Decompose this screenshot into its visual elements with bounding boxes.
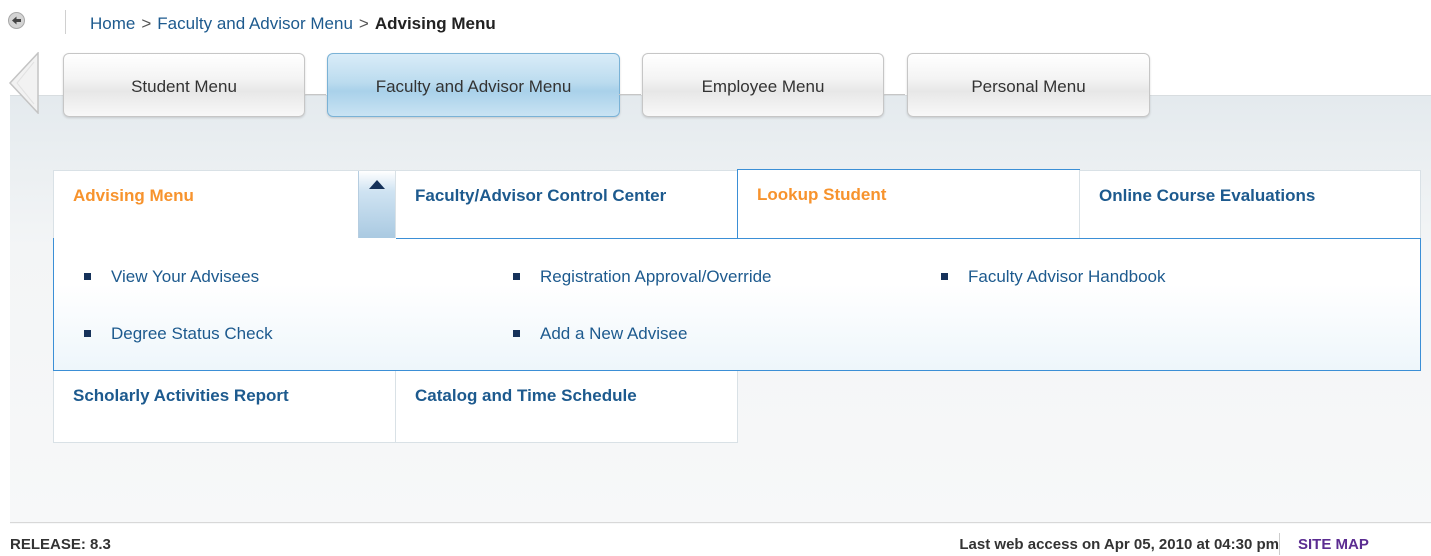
advising-submenu <box>53 238 1421 371</box>
menu-card-label: Advising Menu <box>73 186 194 205</box>
menu-card-label: Online Course Evaluations <box>1099 186 1316 205</box>
tab-personal-menu[interactable]: Personal Menu <box>907 53 1150 117</box>
link-faculty-advisor-handbook[interactable]: Faculty Advisor Handbook <box>941 267 1166 287</box>
breadcrumb-home[interactable]: Home <box>90 14 135 33</box>
footer-separator <box>1279 533 1280 555</box>
collapse-triangle <box>369 180 385 189</box>
back-arrow-icon[interactable] <box>8 12 25 29</box>
bullet-square-icon <box>84 330 91 337</box>
menu-card-label: Lookup Student <box>757 185 887 204</box>
breadcrumb-separator: > <box>141 14 152 33</box>
breadcrumb-current: Advising Menu <box>374 14 496 33</box>
menu-card-advising[interactable]: Advising Menu <box>53 170 396 240</box>
bullet-square-icon <box>513 273 520 280</box>
tab-faculty-advisor-menu[interactable]: Faculty and Advisor Menu <box>327 53 641 117</box>
tab-connector <box>619 94 641 95</box>
bullet-square-icon <box>84 273 91 280</box>
link-label: Add a New Advisee <box>540 324 688 343</box>
breadcrumb-parent[interactable]: Faculty and Advisor Menu <box>157 14 353 33</box>
breadcrumb: Home > Faculty and Advisor Menu > Advising M… <box>90 14 496 34</box>
link-degree-status-check[interactable]: Degree Status Check <box>84 324 273 344</box>
menu-card-course-evaluations[interactable]: Online Course Evaluations <box>1079 170 1421 239</box>
breadcrumb-divider <box>65 10 66 34</box>
link-view-advisees[interactable]: View Your Advisees <box>84 267 260 287</box>
menu-card-control-center[interactable]: Faculty/Advisor Control Center <box>395 170 738 239</box>
tab-label: Faculty and Advisor Menu <box>375 77 572 96</box>
tab-label: Employee Menu <box>701 77 825 96</box>
scroll-left-icon[interactable] <box>8 51 40 115</box>
site-map-link[interactable]: SITE MAP <box>1298 536 1369 553</box>
menu-card-label: Scholarly Activities Report <box>73 386 289 405</box>
breadcrumb-separator: > <box>358 14 369 33</box>
menu-card-catalog-time-schedule[interactable]: Catalog and Time Schedule <box>395 371 738 443</box>
breadcrumb-bar: Home > Faculty and Advisor Menu > Advising M… <box>8 10 1408 40</box>
menu-card-label: Faculty/Advisor Control Center <box>415 186 667 205</box>
link-label: Degree Status Check <box>111 324 273 343</box>
menu-card-scholarly-activities[interactable]: Scholarly Activities Report <box>53 371 396 443</box>
last-web-access: Last web access on Apr 05, 2010 at 04:30… <box>959 536 1279 553</box>
bullet-square-icon <box>941 273 948 280</box>
tab-connector <box>883 94 905 95</box>
tab-connector <box>304 94 326 95</box>
link-registration-approval[interactable]: Registration Approval/Override <box>513 267 772 287</box>
collapse-up-icon[interactable] <box>358 171 396 239</box>
release-version: RELEASE: 8.3 <box>10 536 111 553</box>
menu-card-lookup-student[interactable]: Lookup Student <box>737 169 1080 240</box>
submenu-top-border <box>396 238 1421 239</box>
bullet-square-icon <box>513 330 520 337</box>
tab-employee-menu[interactable]: Employee Menu <box>642 53 905 117</box>
link-label: Faculty Advisor Handbook <box>968 267 1166 286</box>
link-label: Registration Approval/Override <box>540 267 772 286</box>
link-add-new-advisee[interactable]: Add a New Advisee <box>513 324 688 344</box>
tab-student-menu[interactable]: Student Menu <box>63 53 326 117</box>
tab-label: Personal Menu <box>971 77 1086 96</box>
footer-divider <box>10 522 1431 523</box>
link-label: View Your Advisees <box>111 267 260 286</box>
tab-label: Student Menu <box>131 77 237 96</box>
menu-card-label: Catalog and Time Schedule <box>415 386 637 405</box>
